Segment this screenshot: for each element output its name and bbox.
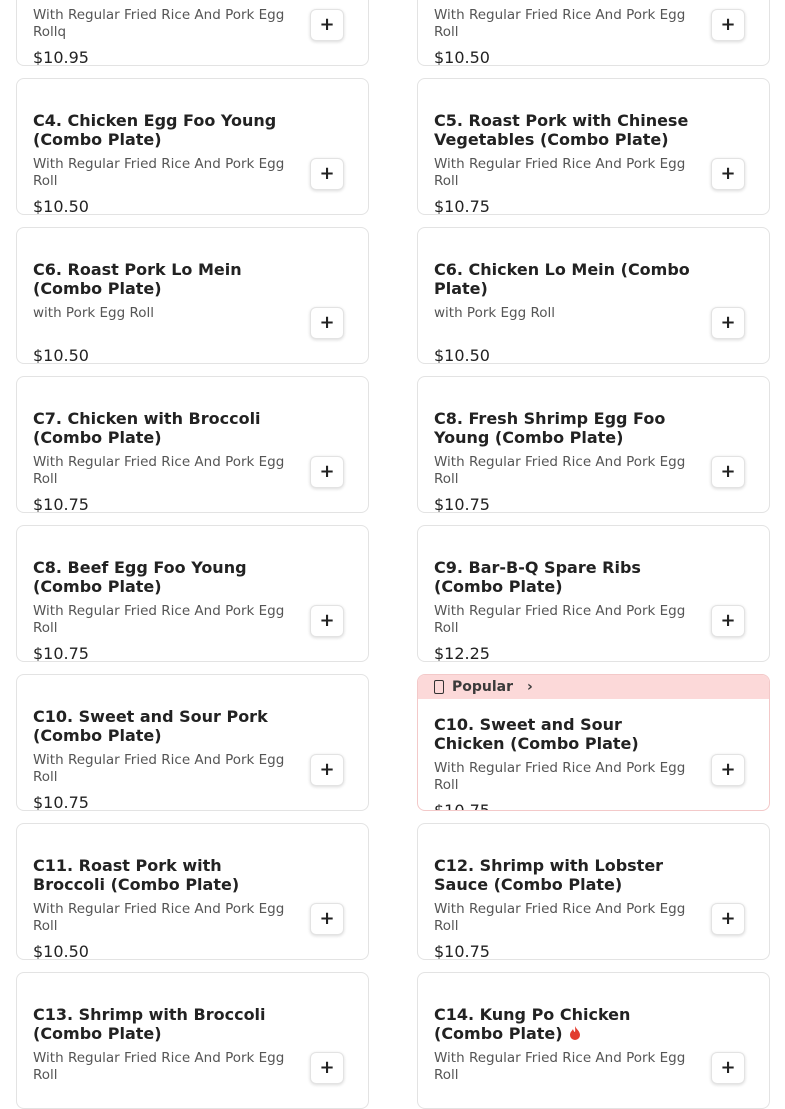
menu-item-title: C11. Roast Pork with Broccoli (Combo Pla… [33, 856, 295, 894]
add-item-button[interactable]: + [310, 456, 344, 488]
menu-item-title-text: C6. Roast Pork Lo Mein (Combo Plate) [33, 260, 242, 298]
menu-item-title: C10. Sweet and Sour Pork (Combo Plate) [33, 707, 295, 745]
add-item-button[interactable]: + [711, 754, 745, 786]
add-item-button[interactable]: + [711, 1052, 745, 1084]
menu-item-description: With Regular Fried Rice And Pork Egg Rol… [33, 454, 285, 487]
menu-item-title: C13. Shrimp with Broccoli (Combo Plate) [33, 1005, 295, 1043]
menu-item-description: With Regular Fried Rice And Pork Egg Rol… [434, 156, 686, 189]
menu-item-price: $10.75 [434, 197, 490, 215]
menu-item-title: C14. Kung Po Chicken (Combo Plate) [434, 1005, 696, 1044]
menu-item-description: With Regular Fried Rice And Pork Egg Rol… [434, 760, 686, 793]
menu-item-title: C6. Roast Pork Lo Mein (Combo Plate) [33, 260, 295, 298]
menu-item-title: C7. Chicken with Broccoli (Combo Plate) [33, 409, 295, 447]
menu-item-price: $10.50 [33, 197, 89, 215]
menu-item-price: $10.50 [33, 942, 89, 960]
menu-item-description: With Regular Fried Rice And Pork Egg Rol… [33, 603, 285, 636]
menu-item-title-text: C8. Beef Egg Foo Young (Combo Plate) [33, 558, 247, 596]
popular-banner[interactable]: Popular › [418, 675, 769, 699]
menu-item-title: C12. Shrimp with Lobster Sauce (Combo Pl… [434, 856, 696, 894]
add-item-button[interactable]: + [711, 903, 745, 935]
menu-item-title-text: C10. Sweet and Sour Pork (Combo Plate) [33, 707, 268, 745]
chevron-right-icon: › [527, 679, 533, 695]
menu-item-title: C6. Chicken Lo Mein (Combo Plate) [434, 260, 696, 298]
popular-icon [434, 680, 444, 694]
menu-item-title: C10. Sweet and Sour Chicken (Combo Plate… [434, 715, 696, 753]
menu-item-card[interactable]: C11. Roast Pork with Broccoli (Combo Pla… [16, 823, 369, 960]
menu-item-card[interactable]: Onions (Combo Plate)With Regular Fried R… [16, 0, 369, 66]
menu-item-description: With Regular Fried Rice And Pork Egg Rol… [33, 156, 285, 189]
menu-item-title-text: C13. Shrimp with Broccoli (Combo Plate) [33, 1005, 266, 1043]
menu-item-price: $10.50 [434, 48, 490, 66]
menu-item-title-text: C5. Roast Pork with Chinese Vegetables (… [434, 111, 689, 149]
menu-item-title-text: C12. Shrimp with Lobster Sauce (Combo Pl… [434, 856, 664, 894]
menu-item-card[interactable]: C13. Shrimp with Broccoli (Combo Plate) W… [16, 972, 369, 1109]
menu-item-card[interactable]: C9. Bar-B-Q Spare Ribs (Combo Plate) With… [417, 525, 770, 662]
menu-item-title-text: C7. Chicken with Broccoli (Combo Plate) [33, 409, 261, 447]
menu-item-price: $10.75 [434, 495, 490, 513]
menu-item-card[interactable]: Young (Combo Plate)With Regular Fried Ri… [417, 0, 770, 66]
menu-item-price: $10.50 [434, 346, 490, 364]
menu-item-description: With Regular Fried Rice And Pork Egg Rol… [33, 752, 285, 785]
menu-item-card[interactable]: C6. Chicken Lo Mein (Combo Plate) with Po… [417, 227, 770, 364]
menu-item-description: With Regular Fried Rice And Pork Egg Rol… [33, 7, 285, 40]
menu-item-card[interactable]: C8. Beef Egg Foo Young (Combo Plate) With… [16, 525, 369, 662]
add-item-button[interactable]: + [310, 754, 344, 786]
add-item-button[interactable]: + [310, 9, 344, 41]
menu-item-price: $10.75 [33, 793, 89, 811]
add-item-button[interactable]: + [310, 158, 344, 190]
menu-item-title: C9. Bar-B-Q Spare Ribs (Combo Plate) [434, 558, 696, 596]
menu-item-title-text: C6. Chicken Lo Mein (Combo Plate) [434, 260, 690, 298]
menu-item-title: C5. Roast Pork with Chinese Vegetables (… [434, 111, 696, 149]
add-item-button[interactable]: + [711, 456, 745, 488]
menu-item-description: With Regular Fried Rice And Pork Egg Rol… [434, 603, 686, 636]
menu-item-description: With Regular Fried Rice And Pork Egg Rol… [434, 454, 686, 487]
add-item-button[interactable]: + [711, 605, 745, 637]
add-item-button[interactable]: + [310, 605, 344, 637]
menu-item-price: $10.75 [33, 644, 89, 662]
menu-item-card[interactable]: C7. Chicken with Broccoli (Combo Plate) W… [16, 376, 369, 513]
menu-item-price: $12.25 [434, 644, 490, 662]
menu-item-card[interactable]: C12. Shrimp with Lobster Sauce (Combo Pl… [417, 823, 770, 960]
menu-item-card[interactable]: Popular › C10. Sweet and Sour Chicken (Com… [417, 674, 770, 811]
menu-item-title: C4. Chicken Egg Foo Young (Combo Plate) [33, 111, 295, 149]
menu-item-card[interactable]: C14. Kung Po Chicken (Combo Plate) With R… [417, 972, 770, 1109]
menu-item-title-text: C10. Sweet and Sour Chicken (Combo Plate… [434, 715, 639, 753]
add-item-button[interactable]: + [310, 307, 344, 339]
add-item-button[interactable]: + [711, 9, 745, 41]
menu-grid: Onions (Combo Plate)With Regular Fried R… [0, 0, 785, 1109]
add-item-button[interactable]: + [310, 1052, 344, 1084]
menu-item-title-text: C8. Fresh Shrimp Egg Foo Young (Combo Pl… [434, 409, 666, 447]
menu-item-title-text: C4. Chicken Egg Foo Young (Combo Plate) [33, 111, 277, 149]
menu-item-price: $10.75 [33, 495, 89, 513]
menu-item-card[interactable]: C4. Chicken Egg Foo Young (Combo Plate) W… [16, 78, 369, 215]
menu-item-title-text: C11. Roast Pork with Broccoli (Combo Pla… [33, 856, 240, 894]
menu-item-description: With Regular Fried Rice And Pork Egg Rol… [33, 1050, 285, 1083]
menu-item-description: With Regular Fried Rice And Pork Egg Rol… [434, 7, 686, 40]
menu-item-title-text: C9. Bar-B-Q Spare Ribs (Combo Plate) [434, 558, 641, 596]
menu-item-card[interactable]: C8. Fresh Shrimp Egg Foo Young (Combo Pl… [417, 376, 770, 513]
popular-label: Popular [452, 679, 514, 695]
menu-item-price: $10.50 [33, 346, 89, 364]
add-item-button[interactable]: + [310, 903, 344, 935]
menu-item-description: with Pork Egg Roll [434, 305, 556, 321]
menu-item-description: with Pork Egg Roll [33, 305, 155, 321]
menu-item-title-text: C14. Kung Po Chicken (Combo Plate) [434, 1005, 631, 1043]
menu-item-price: $10.95 [33, 48, 89, 66]
menu-item-description: With Regular Fried Rice And Pork Egg Rol… [434, 901, 686, 934]
menu-item-title: C8. Fresh Shrimp Egg Foo Young (Combo Pl… [434, 409, 696, 447]
menu-item-title: C8. Beef Egg Foo Young (Combo Plate) [33, 558, 295, 596]
menu-item-card[interactable]: C10. Sweet and Sour Pork (Combo Plate) Wi… [16, 674, 369, 811]
menu-item-description: With Regular Fried Rice And Pork Egg Rol… [33, 901, 285, 934]
menu-item-card[interactable]: C6. Roast Pork Lo Mein (Combo Plate) with… [16, 227, 369, 364]
add-item-button[interactable]: + [711, 307, 745, 339]
menu-item-price: $10.75 [434, 801, 490, 811]
add-item-button[interactable]: + [711, 158, 745, 190]
menu-item-card[interactable]: C5. Roast Pork with Chinese Vegetables (… [417, 78, 770, 215]
menu-item-description: With Regular Fried Rice And Pork Egg Rol… [434, 1050, 686, 1083]
menu-item-price: $10.75 [434, 942, 490, 960]
spicy-icon [569, 1025, 581, 1044]
